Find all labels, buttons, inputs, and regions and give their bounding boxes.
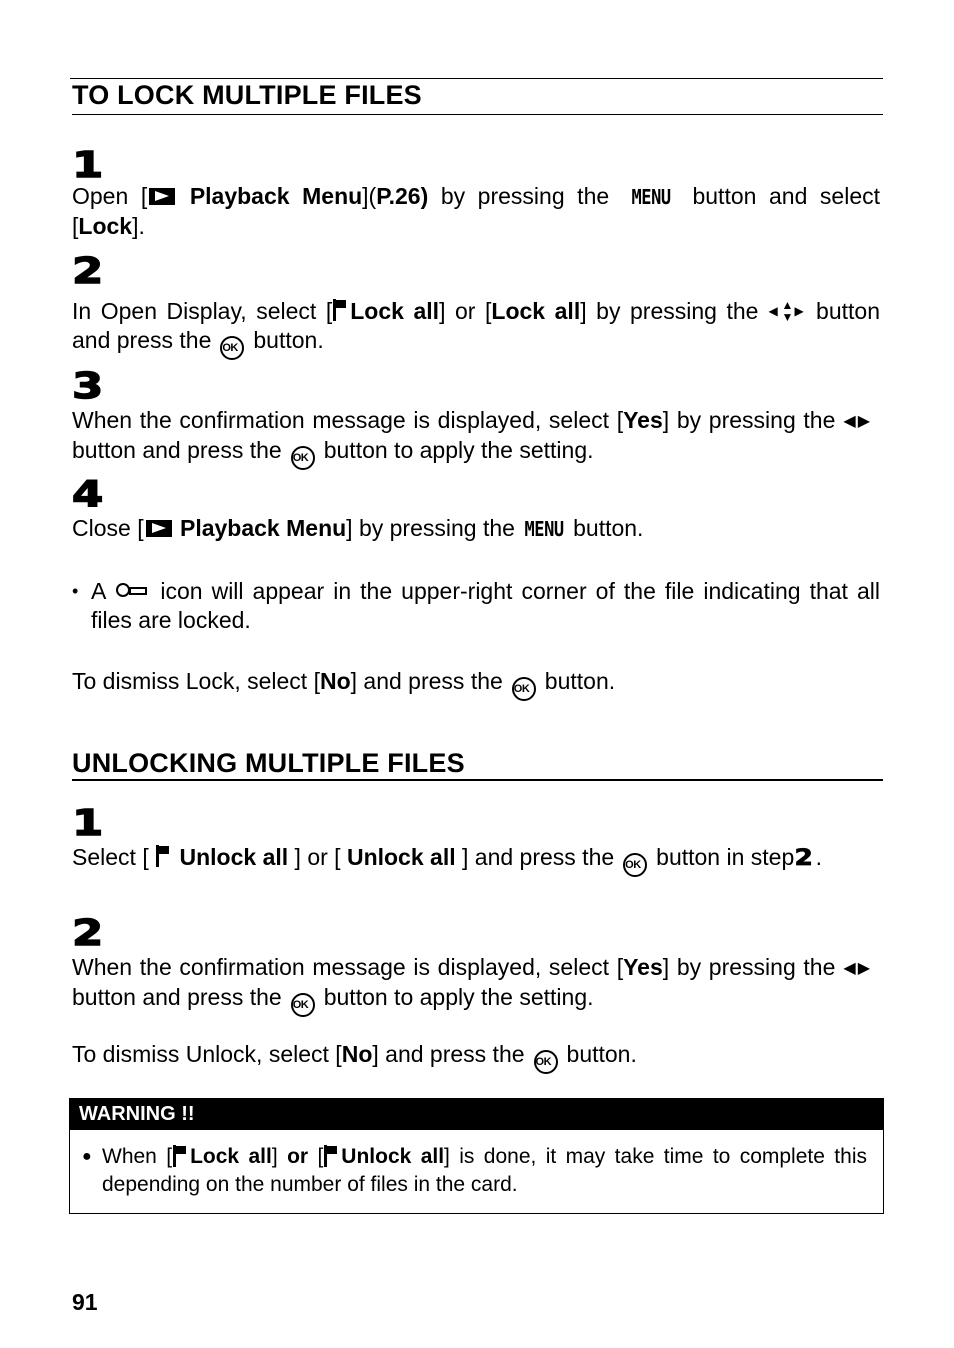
no-label: No <box>319 668 351 694</box>
flag-icon <box>172 1145 190 1167</box>
text: button in step <box>656 844 795 870</box>
lock-step-2-text: In Open Display, select [ Lock all] or [L… <box>72 297 880 360</box>
ok-button-icon: OK <box>290 446 315 470</box>
lock-note: • Aicon will appear in the upper-right c… <box>72 577 880 635</box>
lock-step-4-number: 4 <box>71 474 104 515</box>
unlock-all-label: Unlock all <box>346 844 456 870</box>
warning-title: WARNING !! <box>70 1099 883 1130</box>
unlock-step-2-number: 2 <box>71 913 104 954</box>
menu-button-glyph: MENU <box>631 185 671 209</box>
bullet: • <box>72 581 79 601</box>
text: . <box>815 844 822 870</box>
text: button. <box>544 668 616 694</box>
lock-section-title: TO LOCK MULTIPLE FILES <box>72 80 422 110</box>
text: ]. <box>132 213 145 239</box>
text: ] and press the <box>462 844 615 870</box>
playback-menu-icon <box>145 520 172 537</box>
text: ]( <box>362 183 377 209</box>
menu-button-glyph: MENU <box>524 517 564 541</box>
lock-option-label: Lock <box>78 213 133 239</box>
text: button. <box>573 515 644 541</box>
text: ] and press the <box>350 668 503 694</box>
text: button and press the <box>72 984 282 1010</box>
yes-label: Yes <box>623 954 663 980</box>
text: ] <box>271 1145 278 1168</box>
top-rule <box>70 78 883 79</box>
text: When [ <box>102 1145 173 1168</box>
ok-button-icon: OK <box>511 677 536 701</box>
text: To dismiss Unlock, select [ <box>72 1041 342 1067</box>
ok-button-icon: OK <box>220 336 245 360</box>
ok-button-icon: OK <box>533 1050 558 1074</box>
text: ] by pressing the <box>662 954 836 980</box>
yes-label: Yes <box>623 407 663 433</box>
text: ] by pressing the <box>580 298 759 324</box>
bullet: ● <box>82 1148 92 1165</box>
text: When the confirmation message is display… <box>72 954 624 980</box>
text: ] by pressing the <box>346 515 515 541</box>
no-label: No <box>341 1041 373 1067</box>
unlock-dismiss-text: To dismiss Unlock, select [No] and press… <box>72 1040 880 1074</box>
text: button to apply the setting. <box>323 437 594 463</box>
lock-step-3-text: When the confirmation message is display… <box>72 406 880 470</box>
text: icon will appear in the upper-right corn… <box>91 578 880 633</box>
unlock-step-1-number: 1 <box>71 803 104 844</box>
text: In Open Display, select [ <box>72 298 333 324</box>
text-or: or <box>287 1145 309 1168</box>
flag-icon <box>332 299 350 321</box>
lock-all-label: Lock all <box>491 298 581 324</box>
lock-step-1-number: 1 <box>71 145 104 186</box>
text: by pressing the <box>428 183 622 209</box>
left-right-arrows-icon: ◀▶ <box>843 413 872 430</box>
lock-section-heading: TO LOCK MULTIPLE FILES <box>72 80 883 115</box>
lock-all-label: Lock all <box>190 1145 272 1168</box>
warning-box: WARNING !! ● When [Lock all] or [Unlock … <box>69 1098 884 1214</box>
left-right-arrows-icon: ◀▶ <box>843 960 872 977</box>
playback-menu-label: Playback Menu <box>179 515 347 541</box>
text: ] or [ <box>439 298 492 324</box>
unlock-section-title: UNLOCKING MULTIPLE FILES <box>72 748 465 778</box>
page-number: 91 <box>72 1289 98 1315</box>
ok-button-icon: OK <box>290 993 315 1017</box>
unlock-section-heading: UNLOCKING MULTIPLE FILES <box>72 748 883 781</box>
text: ] or [ <box>294 844 341 870</box>
lock-key-icon <box>116 582 148 600</box>
text: To dismiss Lock, select [ <box>72 668 320 694</box>
ok-button-icon: OK <box>623 853 648 877</box>
text: When the confirmation message is display… <box>72 407 624 433</box>
flag-icon <box>323 1145 341 1167</box>
text: Select [ <box>72 844 149 870</box>
text: ] by pressing the <box>662 407 836 433</box>
unlock-step-1-text: Select [ Unlock all ] or [ Unlock all ] … <box>72 843 880 877</box>
lock-step-1-text: Open [ Playback Menu](P.26) by pressing … <box>72 182 880 241</box>
flag-icon <box>155 845 173 867</box>
text: Close [ <box>72 515 144 541</box>
unlock-step-2-text: When the confirmation message is display… <box>72 953 880 1017</box>
lock-step-3-number: 3 <box>71 366 104 407</box>
text: Open [ <box>72 183 148 209</box>
playback-menu-icon <box>149 188 176 205</box>
text: button. <box>253 327 324 353</box>
warning-text: ● When [Lock all] or [Unlock all] is don… <box>70 1130 883 1199</box>
lock-dismiss-text: To dismiss Lock, select [No] and press t… <box>72 667 880 701</box>
lock-step-2-number: 2 <box>71 251 104 292</box>
text: button to apply the setting. <box>323 984 594 1010</box>
unlock-all-label: Unlock all <box>341 1145 445 1168</box>
text: button and press the <box>72 437 282 463</box>
unlock-all-flagged-label: Unlock all <box>179 844 289 870</box>
four-way-arrows-icon: ◀ ▲ ▼ ▶ <box>768 298 804 324</box>
text: button. <box>566 1041 637 1067</box>
lock-step-4-text: Close [ Playback Menu] by pressing the ME… <box>72 514 880 544</box>
playback-menu-label: Playback Menu <box>189 183 363 209</box>
page-reference: P.26) <box>376 183 429 209</box>
text: ] and press the <box>372 1041 525 1067</box>
step-reference: 2 <box>794 846 814 872</box>
lock-all-flagged-label: Lock all <box>350 298 440 324</box>
text: A <box>91 578 107 604</box>
